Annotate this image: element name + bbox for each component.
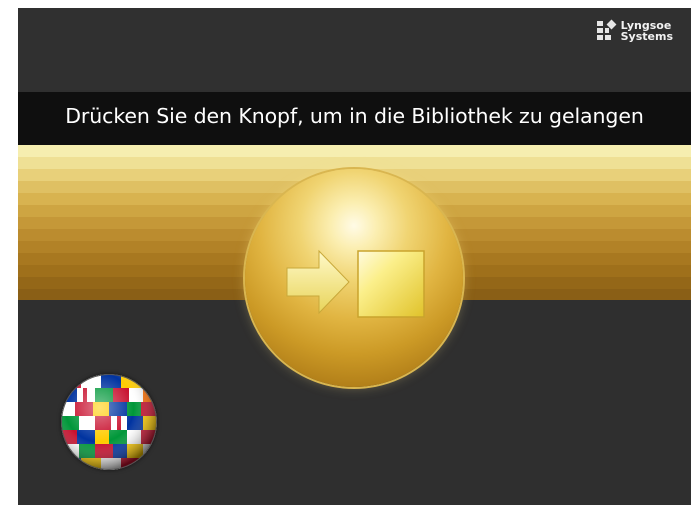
instruction-text: Drücken Sie den Knopf, um in die Bibliot… — [65, 104, 644, 128]
instruction-bar: Drücken Sie den Knopf, um in die Bibliot… — [18, 92, 691, 145]
logo-text-line2: Systems — [620, 30, 673, 43]
logo-mark-icon — [596, 19, 617, 41]
language-globe-button[interactable] — [61, 374, 157, 470]
flags-globe-icon — [61, 374, 157, 470]
enter-library-button[interactable] — [245, 169, 463, 387]
company-logo: Lyngsoe Systems — [596, 19, 673, 42]
logo-text: Lyngsoe Systems — [621, 20, 673, 42]
enter-arrow-icon — [286, 249, 425, 318]
header: Lyngsoe Systems — [18, 8, 691, 92]
kiosk-screen: Lyngsoe Systems Drücken Sie den Knopf, u… — [18, 8, 691, 505]
